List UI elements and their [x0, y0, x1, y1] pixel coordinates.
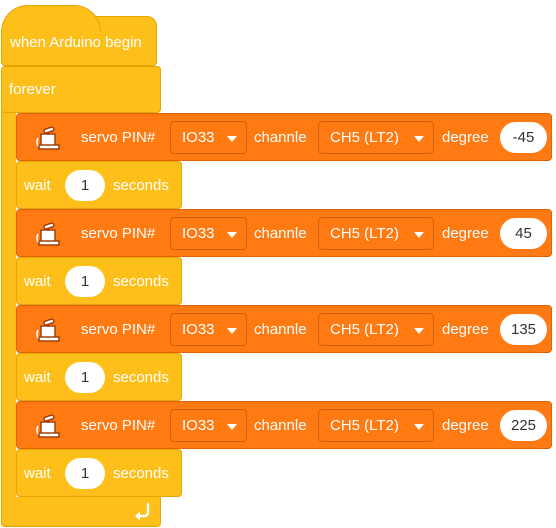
wait-label: wait: [24, 177, 51, 194]
servo-block-2[interactable]: servo PIN# IO33 channle CH5 (LT2) degree…: [16, 209, 552, 257]
seconds-label: seconds: [113, 273, 169, 290]
pin-value: IO33: [182, 417, 215, 434]
chevron-down-icon: [414, 328, 424, 334]
channel-label: channle: [254, 129, 307, 146]
forever-block[interactable]: forever: [1, 66, 161, 113]
servo-block-4[interactable]: servo PIN# IO33 channle CH5 (LT2) degree…: [16, 401, 552, 449]
degree-label: degree: [442, 129, 489, 146]
degree-input[interactable]: 135: [500, 314, 547, 345]
chevron-down-icon: [414, 424, 424, 430]
servo-motor-icon: [36, 222, 60, 246]
pin-dropdown[interactable]: IO33: [170, 217, 247, 250]
servo-label: servo PIN#: [81, 321, 156, 338]
servo-motor-icon: [36, 126, 60, 150]
channel-value: CH5 (LT2): [330, 417, 399, 434]
forever-arm: [1, 110, 16, 500]
wait-block-3[interactable]: wait 1 seconds: [16, 353, 182, 401]
wait-seconds-input[interactable]: 1: [65, 362, 105, 393]
servo-block-3[interactable]: servo PIN# IO33 channle CH5 (LT2) degree…: [16, 305, 552, 353]
pin-value: IO33: [182, 321, 215, 338]
chevron-down-icon: [414, 136, 424, 142]
wait-label: wait: [24, 273, 51, 290]
forever-block-bottom[interactable]: [1, 497, 161, 527]
channel-dropdown[interactable]: CH5 (LT2): [318, 217, 434, 250]
pin-value: IO33: [182, 129, 215, 146]
degree-label: degree: [442, 225, 489, 242]
wait-block-4[interactable]: wait 1 seconds: [16, 449, 182, 497]
chevron-down-icon: [227, 424, 237, 430]
channel-value: CH5 (LT2): [330, 321, 399, 338]
wait-seconds-input[interactable]: 1: [65, 266, 105, 297]
servo-label: servo PIN#: [81, 129, 156, 146]
loop-arrow-icon: [135, 502, 150, 521]
seconds-label: seconds: [113, 465, 169, 482]
wait-block-1[interactable]: wait 1 seconds: [16, 161, 182, 209]
pin-dropdown[interactable]: IO33: [170, 121, 247, 154]
pin-dropdown[interactable]: IO33: [170, 313, 247, 346]
wait-seconds-input[interactable]: 1: [65, 170, 105, 201]
channel-label: channle: [254, 321, 307, 338]
servo-label: servo PIN#: [81, 225, 156, 242]
chevron-down-icon: [227, 232, 237, 238]
degree-label: degree: [442, 417, 489, 434]
servo-motor-icon: [36, 318, 60, 342]
channel-value: CH5 (LT2): [330, 225, 399, 242]
when-arduino-begin-block[interactable]: when Arduino begin: [1, 5, 157, 66]
pin-dropdown[interactable]: IO33: [170, 409, 247, 442]
channel-dropdown[interactable]: CH5 (LT2): [318, 409, 434, 442]
wait-label: wait: [24, 465, 51, 482]
pin-value: IO33: [182, 225, 215, 242]
seconds-label: seconds: [113, 177, 169, 194]
degree-label: degree: [442, 321, 489, 338]
channel-value: CH5 (LT2): [330, 129, 399, 146]
channel-dropdown[interactable]: CH5 (LT2): [318, 313, 434, 346]
hat-label: when Arduino begin: [10, 34, 142, 51]
chevron-down-icon: [227, 328, 237, 334]
degree-input[interactable]: -45: [500, 122, 547, 153]
degree-input[interactable]: 225: [500, 410, 547, 441]
wait-block-2[interactable]: wait 1 seconds: [16, 257, 182, 305]
wait-seconds-input[interactable]: 1: [65, 458, 105, 489]
servo-block-1[interactable]: servo PIN# IO33 channle CH5 (LT2) degree…: [16, 113, 552, 161]
channel-dropdown[interactable]: CH5 (LT2): [318, 121, 434, 154]
servo-label: servo PIN#: [81, 417, 156, 434]
servo-motor-icon: [36, 414, 60, 438]
hat-cap: [1, 5, 101, 32]
chevron-down-icon: [227, 136, 237, 142]
chevron-down-icon: [414, 232, 424, 238]
channel-label: channle: [254, 417, 307, 434]
degree-input[interactable]: 45: [500, 218, 547, 249]
seconds-label: seconds: [113, 369, 169, 386]
channel-label: channle: [254, 225, 307, 242]
forever-label: forever: [9, 81, 56, 98]
wait-label: wait: [24, 369, 51, 386]
